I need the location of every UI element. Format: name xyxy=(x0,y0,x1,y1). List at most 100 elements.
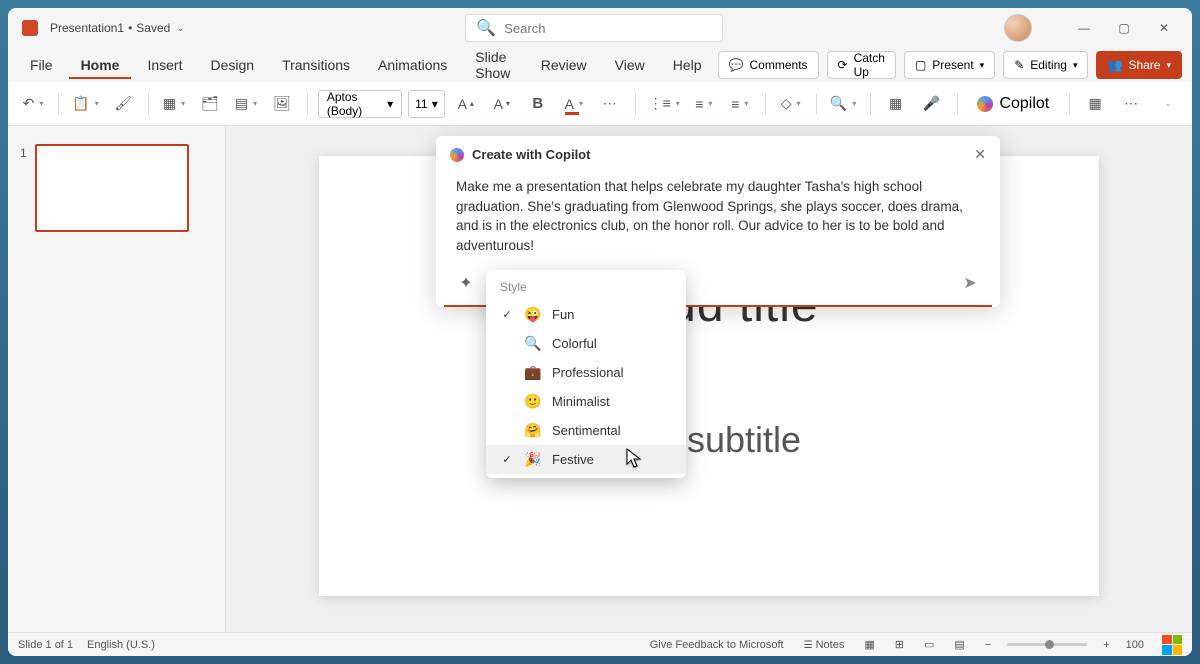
font-selector[interactable]: Aptos (Body)▾ xyxy=(318,90,402,118)
share-icon: 👥 xyxy=(1107,58,1122,72)
grid-view-button[interactable]: ▦ xyxy=(1080,89,1110,119)
comments-button[interactable]: 💬Comments xyxy=(718,51,819,79)
separator xyxy=(1069,93,1070,115)
font-size-selector[interactable]: 11▾ xyxy=(408,90,445,118)
search-input[interactable] xyxy=(504,21,712,36)
maximize-button[interactable]: ▢ xyxy=(1104,12,1144,44)
save-state: Saved xyxy=(136,21,170,35)
undo-button[interactable]: ↶▾ xyxy=(18,89,48,119)
sorter-view-icon[interactable]: ⊞ xyxy=(891,636,908,653)
style-emoji: 🎉 xyxy=(524,451,542,468)
font-color-button[interactable]: A▾ xyxy=(559,89,589,119)
style-option-fun[interactable]: ✓😜Fun xyxy=(486,300,686,329)
language-indicator[interactable]: English (U.S.) xyxy=(87,639,155,651)
tab-review[interactable]: Review xyxy=(529,51,599,79)
tab-view[interactable]: View xyxy=(603,51,657,79)
tab-transitions[interactable]: Transitions xyxy=(270,51,362,79)
close-icon[interactable]: ✕ xyxy=(974,146,986,163)
shapes-button[interactable]: ◇▾ xyxy=(776,89,806,119)
style-option-minimalist[interactable]: 🙂Minimalist xyxy=(486,387,686,416)
find-button[interactable]: 🔍▾ xyxy=(826,89,859,119)
slide-counter[interactable]: Slide 1 of 1 xyxy=(18,639,73,651)
style-option-colorful[interactable]: 🔍 Colorful xyxy=(486,329,686,358)
title-bar: Presentation1 • Saved ⌄ 🔍 — ▢ ✕ xyxy=(8,8,1192,48)
ribbon-toolbar: ↶▾ 📋▾ 🖌 ▦▾ 🗂 ▤▾ 🖼 Aptos (Body)▾ 11▾ A▴ A… xyxy=(8,82,1192,126)
share-button[interactable]: 👥Share▾ xyxy=(1096,51,1182,79)
style-option-label: Festive xyxy=(552,452,594,467)
reading-view-icon[interactable]: ▭ xyxy=(920,636,938,653)
zoom-thumb[interactable] xyxy=(1045,640,1054,649)
close-button[interactable]: ✕ xyxy=(1144,12,1184,44)
app-window: Presentation1 • Saved ⌄ 🔍 — ▢ ✕ File Hom… xyxy=(8,8,1192,656)
zoom-out-button[interactable]: − xyxy=(981,637,995,653)
copilot-body: Make me a presentation that helps celebr… xyxy=(436,173,1000,267)
style-option-festive[interactable]: ✓🎉Festive xyxy=(486,445,686,474)
check-icon: ✓ xyxy=(500,308,514,321)
window-controls: — ▢ ✕ xyxy=(1064,12,1184,44)
style-option-sentimental[interactable]: 🤗Sentimental xyxy=(486,416,686,445)
tab-animations[interactable]: Animations xyxy=(366,51,459,79)
bullet: • xyxy=(128,21,132,35)
align-button[interactable]: ≡▾ xyxy=(725,89,755,119)
dictate-button[interactable]: 🎤 xyxy=(917,89,947,119)
minimize-button[interactable]: — xyxy=(1064,12,1104,44)
copilot-button[interactable]: Copilot xyxy=(967,89,1059,119)
tab-help[interactable]: Help xyxy=(661,51,714,79)
more-commands-button[interactable]: ⋯ xyxy=(1116,89,1146,119)
chevron-down-icon: ▾ xyxy=(797,99,801,108)
style-option-professional[interactable]: 💼Professional xyxy=(486,358,686,387)
feedback-link[interactable]: Give Feedback to Microsoft xyxy=(646,637,788,653)
chevron-down-icon: ▾ xyxy=(95,99,99,108)
decrease-font-button[interactable]: A▾ xyxy=(487,89,517,119)
chevron-down-icon: ▾ xyxy=(579,99,583,108)
more-font-button[interactable]: ⋯ xyxy=(595,89,625,119)
layout-button[interactable]: 🗂 xyxy=(195,89,225,119)
tab-home[interactable]: Home xyxy=(69,51,132,79)
tab-design[interactable]: Design xyxy=(198,51,266,79)
present-button[interactable]: ▢Present▾ xyxy=(904,51,995,79)
tab-insert[interactable]: Insert xyxy=(135,51,194,79)
search-bar[interactable]: 🔍 xyxy=(465,14,723,42)
picture-button[interactable]: 🖼 xyxy=(267,89,297,119)
catchup-button[interactable]: ⟳Catch Up xyxy=(827,51,896,79)
copilot-prompt[interactable]: Make me a presentation that helps celebr… xyxy=(456,177,980,255)
user-avatar[interactable] xyxy=(1004,14,1032,42)
pencil-icon: ✎ xyxy=(1014,58,1024,72)
search-icon: 🔍 xyxy=(476,18,496,38)
thumbnail-row[interactable]: 1 xyxy=(20,144,213,232)
collapse-ribbon-button[interactable]: ⌄ xyxy=(1152,89,1182,119)
sparkle-icon[interactable]: ✦ xyxy=(456,273,476,293)
notes-button[interactable]: Notes xyxy=(800,637,849,653)
style-emoji: 🔍 xyxy=(524,335,542,352)
send-button[interactable]: ➤ xyxy=(960,273,980,293)
microsoft-logo xyxy=(1162,635,1182,655)
normal-view-icon[interactable]: ▦ xyxy=(860,636,878,653)
format-painter-button[interactable]: 🖌 xyxy=(108,89,138,119)
designer-button[interactable]: ▦ xyxy=(881,89,911,119)
slide-thumbnail[interactable] xyxy=(35,144,189,232)
tab-slideshow[interactable]: Slide Show xyxy=(463,43,524,87)
numbering-button[interactable]: ≡▾ xyxy=(689,89,719,119)
style-option-label: Colorful xyxy=(552,336,597,351)
new-slide-button[interactable]: ▦▾ xyxy=(159,89,189,119)
bold-button[interactable]: B xyxy=(523,89,553,119)
zoom-slider[interactable] xyxy=(1007,643,1087,646)
increase-font-button[interactable]: A▴ xyxy=(451,89,481,119)
chevron-down-icon: ▾ xyxy=(708,99,712,108)
paste-button[interactable]: 📋▾ xyxy=(69,89,102,119)
subtitle-placeholder[interactable]: add subtitle xyxy=(367,390,1051,490)
powerpoint-icon xyxy=(22,20,38,36)
zoom-level[interactable]: 100 xyxy=(1126,639,1144,651)
document-title[interactable]: Presentation1 • Saved ⌄ xyxy=(50,21,185,35)
zoom-in-button[interactable]: + xyxy=(1099,637,1113,653)
editing-button[interactable]: ✎Editing▾ xyxy=(1003,51,1088,79)
bullets-button[interactable]: ⋮≡▾ xyxy=(646,89,683,119)
style-dropdown: Style ✓😜Fun🔍Colorful💼Professional🙂Minima… xyxy=(486,270,686,478)
tab-file[interactable]: File xyxy=(18,51,65,79)
comment-icon: 💬 xyxy=(729,58,744,72)
chevron-down-icon[interactable]: ⌄ xyxy=(176,23,184,34)
separator xyxy=(148,93,149,115)
section-button[interactable]: ▤▾ xyxy=(231,89,261,119)
separator xyxy=(307,93,308,115)
slideshow-view-icon[interactable]: ▤ xyxy=(950,636,968,653)
